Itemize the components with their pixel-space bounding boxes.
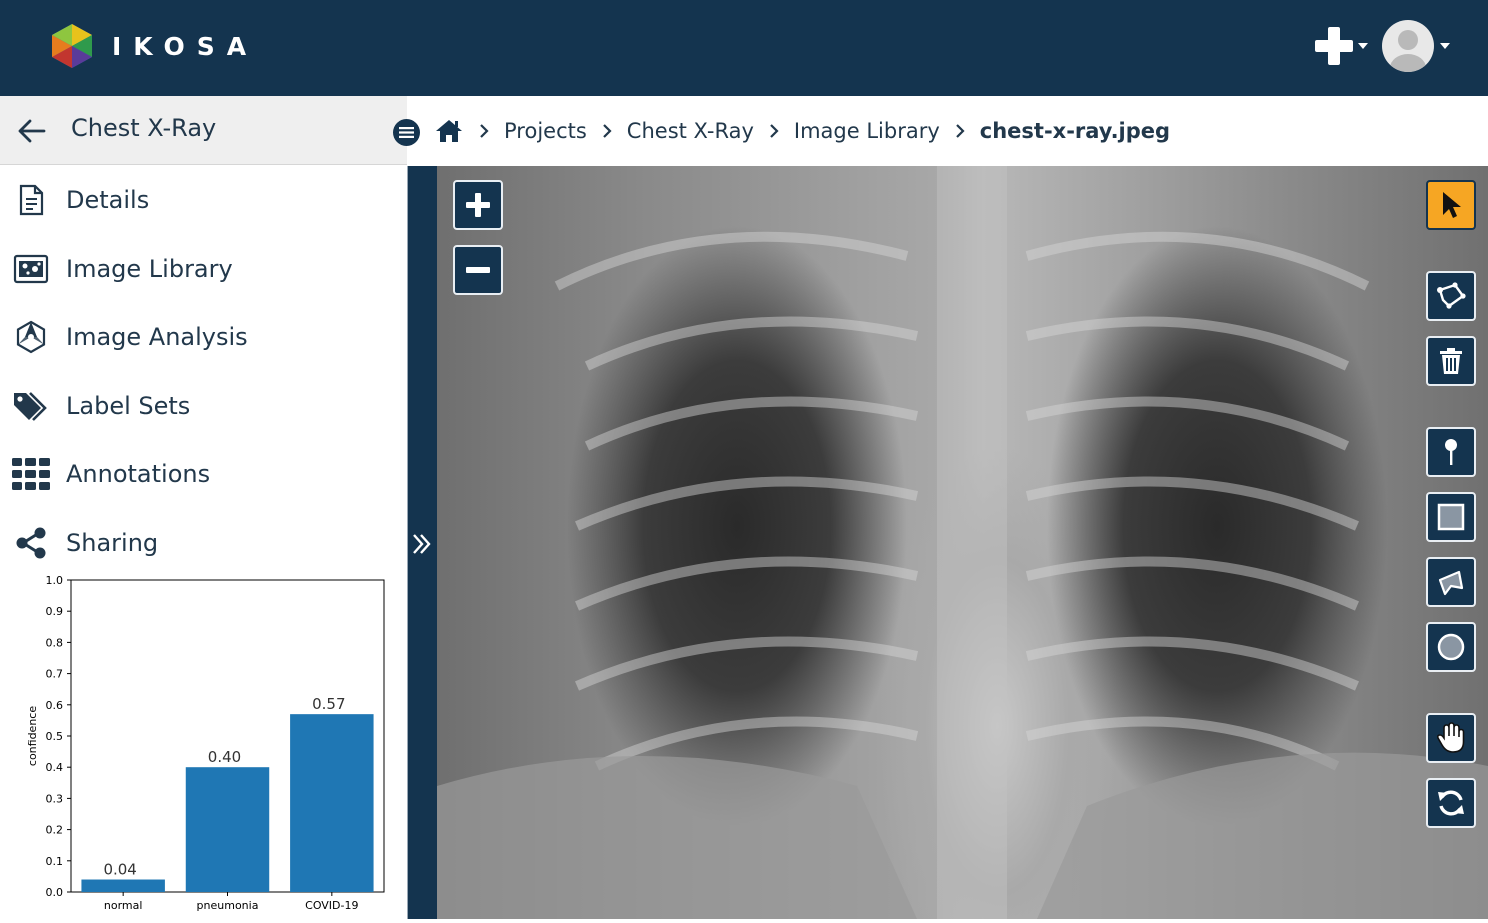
sidebar-item-label: Image Library xyxy=(66,255,233,283)
circle-icon xyxy=(1437,633,1465,661)
bar-value-label: 0.57 xyxy=(312,695,345,713)
sidebar-item-label-sets[interactable]: Label Sets xyxy=(0,376,407,436)
sidebar-item-annotations[interactable]: Annotations xyxy=(0,444,407,504)
chevron-right-icon xyxy=(602,123,612,139)
sidebar-item-label: Annotations xyxy=(66,460,211,488)
sidebar-item-image-analysis[interactable]: Image Analysis xyxy=(0,307,407,367)
user-menu-button[interactable] xyxy=(1368,20,1450,72)
y-axis-label: confidence xyxy=(26,706,39,766)
y-tick-label: 1.0 xyxy=(46,574,64,587)
freehand-shape-icon xyxy=(1438,570,1464,596)
circle-tool-button[interactable] xyxy=(1426,622,1476,672)
chart-bar xyxy=(81,879,165,892)
bar-value-label: 0.04 xyxy=(103,861,136,879)
x-tick-label: normal xyxy=(104,899,143,912)
sidebar-item-details[interactable]: Details xyxy=(0,170,407,230)
y-tick-label: 0.1 xyxy=(46,855,64,868)
bar-value-label: 0.40 xyxy=(208,748,241,766)
chevron-right-icon xyxy=(769,123,779,139)
polygon-icon xyxy=(1437,282,1466,309)
y-tick-label: 0.0 xyxy=(46,886,64,899)
chart-bar xyxy=(290,714,374,892)
share-icon xyxy=(12,524,50,562)
image-viewer[interactable] xyxy=(437,166,1488,919)
trash-icon xyxy=(1440,348,1462,374)
sidebar-item-label: Label Sets xyxy=(66,392,191,420)
x-tick-label: pneumonia xyxy=(197,899,259,912)
document-icon xyxy=(12,181,50,219)
chevron-right-icon xyxy=(955,123,965,139)
reset-view-button[interactable] xyxy=(1426,778,1476,828)
minus-icon xyxy=(466,267,490,273)
sidebar-item-image-library[interactable]: Image Library xyxy=(0,239,407,299)
sidebar-item-label: Sharing xyxy=(66,529,159,557)
breadcrumb-home[interactable] xyxy=(434,118,464,144)
image-library-icon xyxy=(12,250,50,288)
chart-bar xyxy=(185,767,270,892)
confidence-chart: 0.0 0.1 0.2 0.3 0.4 0.5 0.6 0.7 0.8 0.9 1.0 0.04 nor… xyxy=(0,572,400,919)
delete-tool-button[interactable] xyxy=(1426,336,1476,386)
refresh-icon xyxy=(1438,790,1464,816)
polygon-tool-button[interactable] xyxy=(1426,271,1476,321)
sidebar-item-label: Image Analysis xyxy=(66,323,248,351)
y-tick-label: 0.3 xyxy=(46,792,64,805)
plus-icon xyxy=(466,193,490,217)
user-avatar-icon xyxy=(1390,30,1426,72)
analysis-icon xyxy=(12,318,50,356)
breadcrumb-image-library[interactable]: Image Library xyxy=(794,119,940,143)
xray-image xyxy=(437,166,1488,919)
top-navbar: IKOSA xyxy=(0,0,1488,96)
y-tick-label: 0.6 xyxy=(46,699,64,712)
plus-icon xyxy=(1315,27,1353,65)
y-tick-label: 0.5 xyxy=(46,730,64,743)
rectangle-tool-button[interactable] xyxy=(1426,492,1476,542)
x-tick-label: COVID-19 xyxy=(305,899,358,912)
tags-icon xyxy=(12,387,50,425)
y-tick-label: 0.4 xyxy=(46,761,64,774)
breadcrumb: Projects Chest X-Ray Image Library chest… xyxy=(408,96,1488,166)
y-tick-label: 0.2 xyxy=(46,824,64,837)
freehand-tool-button[interactable] xyxy=(1426,557,1476,607)
y-tick-label: 0.8 xyxy=(46,636,64,649)
y-tick-label: 0.7 xyxy=(46,668,64,681)
chevron-down-icon xyxy=(1358,43,1368,49)
app-name: IKOSA xyxy=(112,31,259,61)
grid-icon xyxy=(12,455,50,493)
hand-icon xyxy=(1436,722,1465,753)
chevron-right-icon xyxy=(479,123,489,139)
pan-tool-button[interactable] xyxy=(1426,713,1476,763)
sidebar-collapse-bar[interactable] xyxy=(407,166,437,919)
ikosa-logo-icon xyxy=(52,24,92,68)
app-logo[interactable]: IKOSA xyxy=(52,24,258,68)
add-menu-button[interactable] xyxy=(1313,25,1368,67)
breadcrumb-project[interactable]: Chest X-Ray xyxy=(627,119,754,143)
breadcrumb-current-image: chest-x-ray.jpeg xyxy=(979,119,1171,143)
breadcrumb-projects[interactable]: Projects xyxy=(504,119,587,143)
list-icon xyxy=(399,127,414,138)
confidence-bar-chart: 0.0 0.1 0.2 0.3 0.4 0.5 0.6 0.7 0.8 0.9 1.0 0.04 nor… xyxy=(26,574,385,912)
pin-tool-button[interactable] xyxy=(1426,427,1476,477)
zoom-in-button[interactable] xyxy=(453,180,503,230)
sidebar-item-sharing[interactable]: Sharing xyxy=(0,513,407,573)
y-tick-label: 0.9 xyxy=(46,605,64,618)
square-icon xyxy=(1437,503,1465,531)
sidebar-menu-button[interactable] xyxy=(393,119,420,146)
home-icon xyxy=(436,120,462,142)
chevron-down-icon xyxy=(1440,43,1450,49)
arrow-left-icon[interactable] xyxy=(16,118,46,144)
sidebar-header: Chest X-Ray xyxy=(0,96,407,165)
select-tool-button[interactable] xyxy=(1426,180,1476,230)
project-title: Chest X-Ray xyxy=(71,114,217,142)
pin-icon xyxy=(1445,439,1457,465)
double-chevron-right-icon xyxy=(413,534,431,554)
avatar xyxy=(1382,20,1434,72)
sidebar-item-label: Details xyxy=(66,186,150,214)
pointer-icon xyxy=(1443,192,1461,218)
zoom-out-button[interactable] xyxy=(453,245,503,295)
